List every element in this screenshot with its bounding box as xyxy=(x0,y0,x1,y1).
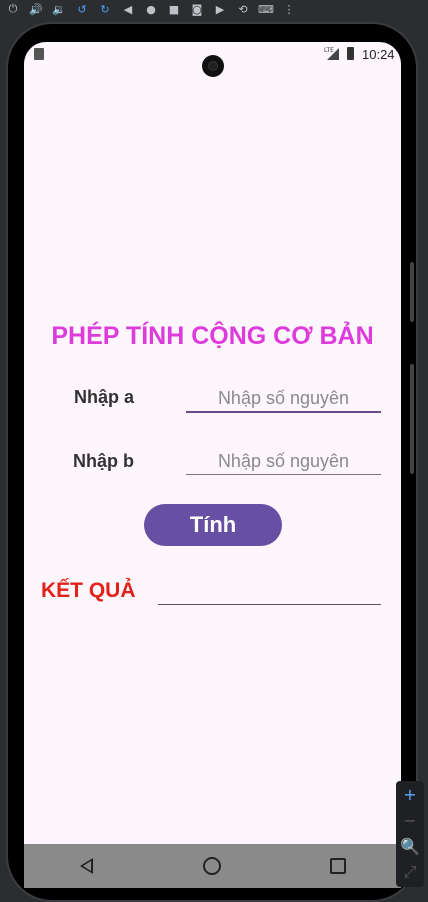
replay-icon[interactable]: ⟲ xyxy=(233,2,253,16)
calculate-button[interactable]: Tính xyxy=(144,504,282,546)
video-icon[interactable]: ▶ xyxy=(210,2,230,16)
power-button[interactable] xyxy=(410,364,414,474)
navigation-bar xyxy=(24,844,401,888)
result-underline xyxy=(158,604,381,605)
power-icon[interactable]: ⏻ xyxy=(3,2,23,16)
overview-icon[interactable]: ■ xyxy=(164,2,184,16)
status-time: 10:24 xyxy=(362,47,395,62)
page-title: PHÉP TÍNH CỘNG CƠ BẢN xyxy=(51,322,374,350)
home-circle-icon xyxy=(203,857,222,875)
fit-screen-icon[interactable]: ⤢ xyxy=(396,859,424,885)
signal-icon xyxy=(327,48,339,60)
result-value xyxy=(158,580,381,602)
front-camera xyxy=(202,55,224,77)
volume-button[interactable] xyxy=(410,262,414,322)
rotate-right-icon[interactable]: ↻ xyxy=(95,2,115,16)
nav-home-button[interactable] xyxy=(192,846,232,886)
sd-card-icon xyxy=(34,48,44,60)
emulator-zoom-panel: + − 🔍 ⤢ xyxy=(396,781,424,887)
status-bar: LTE 10:24 xyxy=(24,42,401,77)
magnifier-icon[interactable]: 🔍 xyxy=(396,833,424,859)
volume-down-icon[interactable]: 🔉 xyxy=(49,2,69,16)
rotate-left-icon[interactable]: ↺ xyxy=(72,2,92,16)
camera-icon[interactable]: ◙ xyxy=(187,2,207,16)
emulator-toolbar: ⏻ 🔊 🔉 ↺ ↻ ◀ ● ■ ◙ ▶ ⟲ ⌨ ⋮ xyxy=(0,0,428,18)
battery-icon xyxy=(347,47,354,60)
recents-square-icon xyxy=(330,858,347,874)
label-a: Nhập a xyxy=(74,387,135,407)
more-icon[interactable]: ⋮ xyxy=(279,2,299,16)
device-screen: LTE 10:24 PHÉP TÍNH CỘNG CƠ BẢN Nhập a N… xyxy=(24,42,401,888)
result-label: KẾT QUẢ xyxy=(41,579,136,602)
input-b[interactable] xyxy=(186,448,381,475)
zoom-out-icon[interactable]: − xyxy=(396,807,424,833)
input-a[interactable] xyxy=(186,385,381,413)
volume-up-icon[interactable]: 🔊 xyxy=(26,2,46,16)
nav-back-button[interactable] xyxy=(67,846,107,886)
label-b: Nhập b xyxy=(73,451,134,471)
zoom-in-icon[interactable]: + xyxy=(396,781,424,807)
nav-recents-button[interactable] xyxy=(318,846,358,886)
home-icon[interactable]: ● xyxy=(141,2,161,16)
back-icon[interactable]: ◀ xyxy=(118,2,138,16)
back-triangle-icon xyxy=(80,858,94,874)
keyboard-icon[interactable]: ⌨ xyxy=(256,2,276,16)
